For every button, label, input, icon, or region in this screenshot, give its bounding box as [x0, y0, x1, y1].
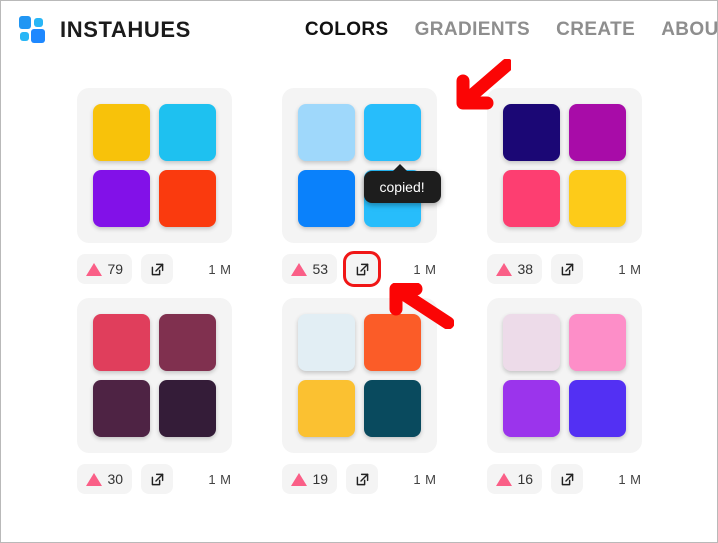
triangle-up-icon — [290, 262, 307, 276]
color-swatch[interactable] — [568, 104, 626, 161]
like-button[interactable]: 30 — [76, 464, 133, 494]
view-count: 1 M — [618, 471, 642, 487]
like-count: 79 — [107, 261, 124, 277]
color-swatch[interactable] — [158, 170, 216, 227]
color-swatch[interactable] — [363, 104, 421, 161]
like-count: 19 — [312, 471, 329, 487]
like-count: 16 — [517, 471, 534, 487]
share-button[interactable] — [343, 251, 382, 287]
palette-grid: 79 1 M copied! 53 1 M 38 1 M 30 1 M 19 1 M 16 1 M — [1, 59, 717, 494]
card-footer: 19 1 M — [281, 464, 437, 494]
color-swatch[interactable] — [297, 314, 355, 371]
share-button[interactable] — [551, 254, 584, 284]
color-swatch[interactable] — [502, 314, 560, 371]
nav-item-colors[interactable]: COLORS — [305, 19, 389, 41]
triangle-up-icon — [85, 262, 102, 276]
swatch-box — [281, 298, 437, 453]
external-link-icon — [559, 261, 576, 278]
color-swatch[interactable] — [502, 104, 560, 161]
color-swatch[interactable] — [363, 314, 421, 371]
color-swatch[interactable] — [92, 104, 150, 161]
brand[interactable]: INSTAHUES — [19, 16, 191, 44]
palette-card: 30 1 M — [52, 298, 257, 494]
color-swatch[interactable] — [568, 314, 626, 371]
view-count: 1 M — [208, 261, 232, 277]
main-nav: COLORS GRADIENTS CREATE ABOUT — [305, 19, 718, 41]
like-count: 53 — [312, 261, 329, 277]
like-button[interactable]: 16 — [486, 464, 543, 494]
like-button[interactable]: 19 — [281, 464, 338, 494]
color-swatch[interactable] — [363, 380, 421, 437]
share-button[interactable] — [141, 254, 174, 284]
like-button[interactable]: 79 — [76, 254, 133, 284]
swatch-box — [486, 298, 642, 453]
color-swatch[interactable] — [568, 170, 626, 227]
color-swatch[interactable] — [502, 170, 560, 227]
view-count: 1 M — [413, 261, 437, 277]
share-button[interactable] — [346, 464, 379, 494]
color-swatch[interactable] — [158, 380, 216, 437]
color-swatch[interactable] — [297, 170, 355, 227]
color-swatch[interactable] — [158, 314, 216, 371]
triangle-up-icon — [85, 472, 102, 486]
swatch-box: copied! — [281, 88, 441, 243]
app-window: { "header": { "logo_icon": "instahues-lo… — [0, 0, 718, 543]
instahues-logo-icon — [19, 16, 47, 44]
site-header: INSTAHUES COLORS GRADIENTS CREATE ABOUT — [1, 1, 718, 59]
share-button[interactable] — [551, 464, 584, 494]
view-count: 1 M — [413, 471, 437, 487]
color-swatch[interactable] — [297, 104, 355, 161]
like-count: 38 — [517, 261, 534, 277]
card-footer: 30 1 M — [76, 464, 232, 494]
view-count: 1 M — [618, 261, 642, 277]
swatch-box — [486, 88, 642, 243]
share-button[interactable] — [141, 464, 174, 494]
swatch-box — [76, 88, 232, 243]
color-swatch[interactable] — [568, 380, 626, 437]
external-link-icon — [149, 471, 166, 488]
color-swatch[interactable] — [92, 314, 150, 371]
like-count: 30 — [107, 471, 124, 487]
nav-item-about[interactable]: ABOUT — [661, 19, 718, 41]
triangle-up-icon — [495, 262, 512, 276]
color-swatch[interactable] — [92, 170, 150, 227]
card-footer: 79 1 M — [76, 254, 232, 284]
palette-card: copied! 53 1 M — [257, 88, 462, 287]
color-swatch[interactable] — [502, 380, 560, 437]
color-swatch[interactable] — [158, 104, 216, 161]
like-button[interactable]: 53 — [281, 254, 338, 284]
color-swatch[interactable] — [92, 380, 150, 437]
brand-name: INSTAHUES — [60, 17, 191, 42]
color-swatch[interactable] — [297, 380, 355, 437]
triangle-up-icon — [290, 472, 307, 486]
triangle-up-icon — [495, 472, 512, 486]
external-link-icon — [149, 261, 166, 278]
swatch-box — [76, 298, 232, 453]
nav-item-gradients[interactable]: GRADIENTS — [415, 19, 531, 41]
copied-tooltip: copied! — [363, 164, 441, 203]
palette-card: 16 1 M — [462, 298, 667, 494]
view-count: 1 M — [208, 471, 232, 487]
external-link-icon — [354, 471, 371, 488]
external-link-icon — [559, 471, 576, 488]
palette-card: 79 1 M — [52, 88, 257, 284]
palette-card: 19 1 M — [257, 298, 462, 494]
card-footer: 38 1 M — [486, 254, 642, 284]
card-footer: 16 1 M — [486, 464, 642, 494]
palette-card: 38 1 M — [462, 88, 667, 284]
like-button[interactable]: 38 — [486, 254, 543, 284]
nav-item-create[interactable]: CREATE — [556, 19, 635, 41]
external-link-icon — [354, 261, 371, 278]
card-footer: 53 1 M — [281, 251, 437, 287]
